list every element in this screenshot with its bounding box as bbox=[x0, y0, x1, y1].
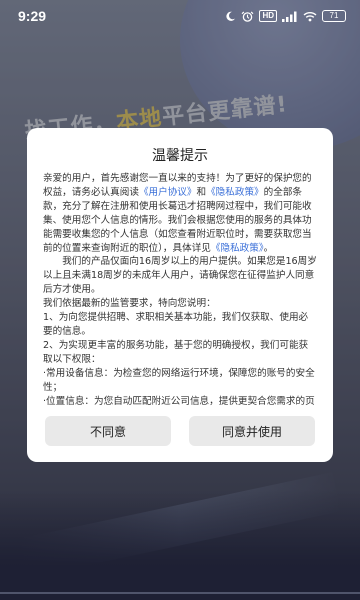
regulation-paragraph: 我们依据最新的监管要求，特向您说明： bbox=[43, 298, 216, 310]
permissions-paragraph: 2、为实现更丰富的服务功能，基于您的明确授权，我们可能获取以下权限： bbox=[43, 339, 309, 365]
user-agreement-link[interactable]: 《用户协议》 bbox=[139, 187, 197, 198]
device-info-item: ·常用设备信息：为检查您的网络运行环境，保障您的账号的安全性； bbox=[43, 367, 315, 393]
privacy-policy-link-2[interactable]: 《隐私政策》 bbox=[211, 243, 264, 254]
disagree-button[interactable]: 不同意 bbox=[45, 416, 171, 446]
battery-level: 71 bbox=[329, 11, 339, 20]
wifi-icon bbox=[303, 11, 317, 22]
status-bar: 9:29 HD 71 bbox=[0, 0, 360, 32]
age-paragraph: 我们的产品仅面向16周岁以上的用户提供。如果您是16周岁以上且未满18周岁的未成… bbox=[43, 256, 317, 296]
status-icons: HD 71 bbox=[225, 10, 346, 22]
dialog-body[interactable]: 亲爱的用户，首先感谢您一直以来的支持！为了更好的保护您的权益，请务必认真阅读《用… bbox=[27, 172, 333, 406]
intro-end: 。 bbox=[263, 242, 274, 254]
alarm-icon bbox=[241, 10, 254, 22]
basic-info-paragraph: 1、为向您提供招聘、求职相关基本功能，我们仅获取、使用必要的信息。 bbox=[43, 312, 309, 337]
hd-badge: HD bbox=[259, 10, 277, 22]
dialog-title: 温馨提示 bbox=[152, 148, 208, 164]
signal-icon bbox=[282, 11, 298, 22]
intro-and: 和 bbox=[196, 186, 207, 198]
privacy-dialog: 温馨提示 亲爱的用户，首先感谢您一直以来的支持！为了更好的保护您的权益，请务必认… bbox=[27, 128, 333, 462]
intro-paragraph: 亲爱的用户，首先感谢您一直以来的支持！为了更好的保护您的权益，请务必认真阅读《用… bbox=[43, 172, 317, 255]
battery-icon: 71 bbox=[322, 10, 346, 22]
dialog-actions: 不同意 同意并使用 bbox=[27, 406, 333, 462]
privacy-policy-link[interactable]: 《隐私政策》 bbox=[206, 187, 264, 198]
agree-button[interactable]: 同意并使用 bbox=[189, 416, 315, 446]
moon-icon bbox=[225, 11, 236, 22]
location-info-item: ·位置信息：为您自动匹配附近公司信息，提供更契合您需求的页面展示； bbox=[43, 395, 315, 407]
status-time: 9:29 bbox=[18, 8, 47, 24]
